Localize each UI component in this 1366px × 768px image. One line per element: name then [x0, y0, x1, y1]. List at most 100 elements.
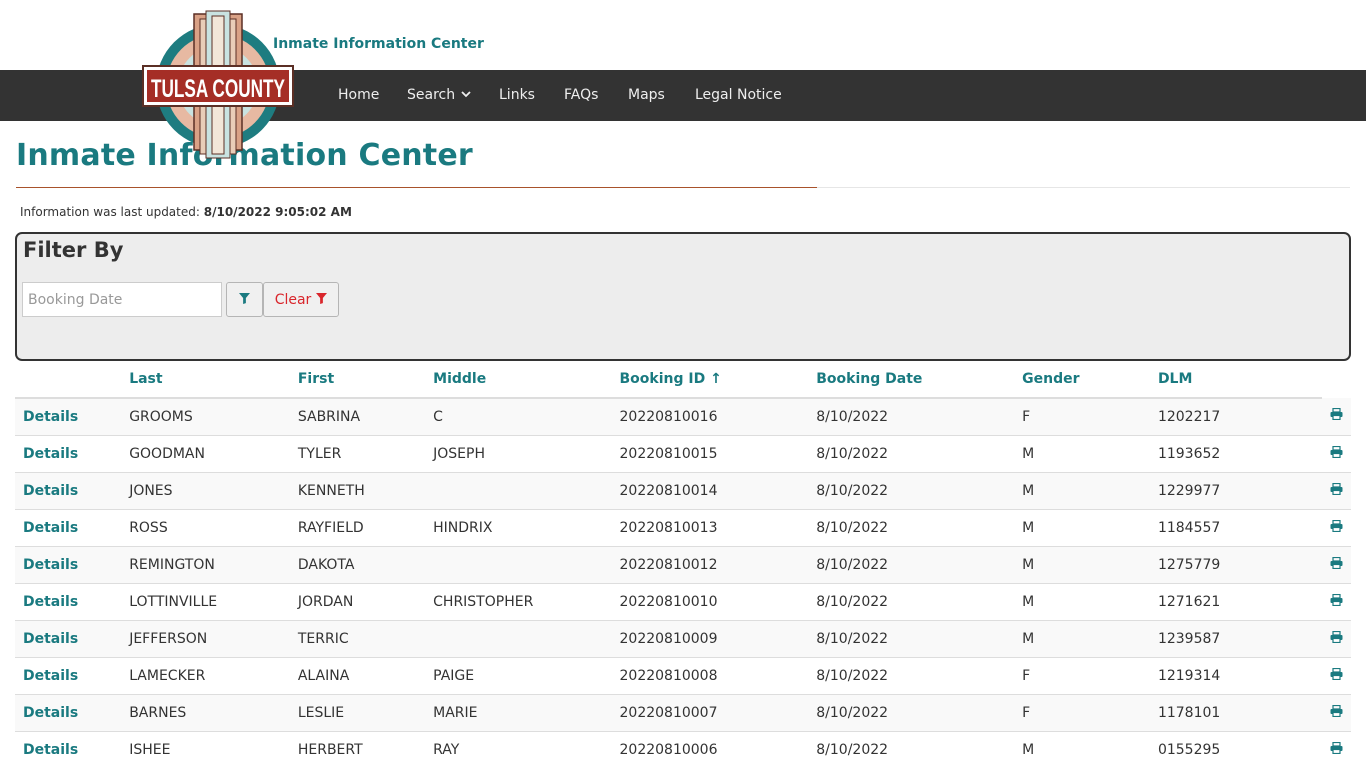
filter-icon: [316, 292, 328, 308]
table-body: Details GROOMS SABRINA C 20220810016 8/10/202…: [15, 398, 1351, 768]
site-title[interactable]: Inmate Information Center: [273, 36, 484, 52]
spacer-cell: [1258, 435, 1322, 473]
last-name-cell: ISHEE: [121, 731, 290, 768]
header-booking-id[interactable]: Booking ID ↑: [611, 360, 809, 399]
middle-name-cell: RAY: [425, 731, 612, 768]
print-icon[interactable]: [1330, 482, 1343, 499]
print-cell: [1322, 583, 1351, 621]
details-link[interactable]: Details: [15, 620, 122, 658]
spacer-cell: [1258, 620, 1322, 658]
last-updated-value: 8/10/2022 9:05:02 AM: [203, 205, 352, 219]
booking-id-cell: 20220810008: [611, 657, 809, 695]
dlm-cell: 1219314: [1149, 657, 1259, 695]
booking-id-cell: 20220810016: [611, 398, 809, 436]
gender-cell: M: [1014, 731, 1150, 768]
spacer-cell: [1258, 546, 1322, 584]
last-name-cell: JEFFERSON: [121, 620, 290, 658]
print-icon[interactable]: [1330, 630, 1343, 647]
first-name-cell: TYLER: [289, 435, 426, 473]
booking-date-cell: 8/10/2022: [808, 583, 1015, 621]
last-name-cell: ROSS: [121, 509, 290, 547]
booking-date-cell: 8/10/2022: [808, 546, 1015, 584]
dlm-cell: 1193652: [1149, 435, 1259, 473]
print-icon[interactable]: [1330, 519, 1343, 536]
print-icon[interactable]: [1330, 408, 1343, 424]
details-link[interactable]: Details: [15, 694, 122, 732]
spacer-cell: [1258, 472, 1322, 510]
nav-search[interactable]: Search: [407, 70, 471, 121]
nav-legal-notice[interactable]: Legal Notice: [695, 70, 782, 121]
dlm-cell: 0155295: [1149, 731, 1259, 768]
tulsa-county-logo[interactable]: TULSA COUNTY: [142, 10, 294, 160]
first-name-cell: ALAINA: [289, 657, 426, 695]
nav-search-label: Search: [407, 87, 456, 103]
last-updated-label: Information was last updated:: [20, 205, 200, 219]
print-icon[interactable]: [1330, 667, 1343, 684]
table-row: Details LOTTINVILLE JORDAN CHRISTOPHER 20220…: [15, 583, 1351, 621]
spacer-cell: [1258, 657, 1322, 695]
booking-id-cell: 20220810014: [611, 472, 809, 510]
booking-date-cell: 8/10/2022: [808, 620, 1015, 658]
gender-cell: M: [1014, 620, 1150, 658]
nav-home[interactable]: Home: [338, 70, 379, 121]
logo-text: TULSA COUNTY: [151, 75, 285, 103]
header-booking-date[interactable]: Booking Date: [808, 360, 1015, 399]
details-link[interactable]: Details: [15, 509, 122, 547]
header-dlm[interactable]: DLM: [1149, 360, 1259, 399]
details-link[interactable]: Details: [15, 472, 122, 510]
spacer-cell: [1258, 731, 1322, 768]
print-icon[interactable]: [1330, 593, 1343, 610]
header-gender[interactable]: Gender: [1014, 360, 1150, 399]
last-name-cell: GOODMAN: [121, 435, 290, 473]
middle-name-cell: HINDRIX: [425, 509, 612, 547]
header-first[interactable]: First: [289, 360, 426, 399]
clear-filter-button[interactable]: Clear: [263, 282, 339, 317]
header-middle[interactable]: Middle: [425, 360, 612, 399]
booking-date-cell: 8/10/2022: [808, 657, 1015, 695]
print-icon[interactable]: [1330, 556, 1343, 573]
details-link[interactable]: Details: [15, 731, 122, 768]
first-name-cell: DAKOTA: [289, 546, 426, 584]
table-row: Details ROSS RAYFIELD HINDRIX 20220810013 8/1…: [15, 509, 1351, 547]
table-row: Details ISHEE HERBERT RAY 20220810006 8/10/20…: [15, 731, 1351, 768]
booking-id-cell: 20220810010: [611, 583, 809, 621]
booking-id-cell: 20220810006: [611, 731, 809, 768]
dlm-cell: 1202217: [1149, 398, 1259, 436]
print-cell: [1322, 398, 1351, 436]
clear-label: Clear: [274, 291, 312, 308]
details-link[interactable]: Details: [15, 546, 122, 584]
nav-links[interactable]: Links: [499, 70, 535, 121]
table-row: Details JONES KENNETH 20220810014 8/10/2022 M…: [15, 472, 1351, 510]
dlm-cell: 1229977: [1149, 472, 1259, 510]
details-link[interactable]: Details: [15, 657, 122, 695]
table-header-row: Last First Middle Booking ID ↑ Booking D…: [15, 360, 1351, 399]
nav-maps[interactable]: Maps: [628, 70, 665, 121]
inmate-table: Last First Middle Booking ID ↑ Booking D…: [15, 360, 1351, 768]
print-icon[interactable]: [1330, 704, 1343, 721]
nav-faqs[interactable]: FAQs: [564, 70, 598, 121]
apply-filter-button[interactable]: [226, 282, 263, 317]
details-link[interactable]: Details: [15, 435, 122, 473]
gender-cell: M: [1014, 472, 1150, 510]
spacer-cell: [1258, 509, 1322, 547]
print-cell: [1322, 731, 1351, 768]
last-name-cell: REMINGTON: [121, 546, 290, 584]
booking-id-cell: 20220810013: [611, 509, 809, 547]
spacer-cell: [1258, 398, 1322, 436]
details-link[interactable]: Details: [15, 398, 122, 436]
spacer-cell: [1258, 694, 1322, 732]
middle-name-cell: MARIE: [425, 694, 612, 732]
print-cell: [1322, 472, 1351, 510]
last-name-cell: BARNES: [121, 694, 290, 732]
gender-cell: M: [1014, 546, 1150, 584]
print-icon[interactable]: [1330, 445, 1343, 462]
print-icon[interactable]: [1330, 741, 1343, 758]
details-link[interactable]: Details: [15, 583, 122, 621]
filter-icon: [239, 292, 250, 308]
booking-date-input[interactable]: [22, 282, 222, 317]
print-cell: [1322, 509, 1351, 547]
first-name-cell: TERRIC: [289, 620, 426, 658]
header-last[interactable]: Last: [121, 360, 290, 399]
middle-name-cell: [425, 620, 612, 658]
print-cell: [1322, 546, 1351, 584]
